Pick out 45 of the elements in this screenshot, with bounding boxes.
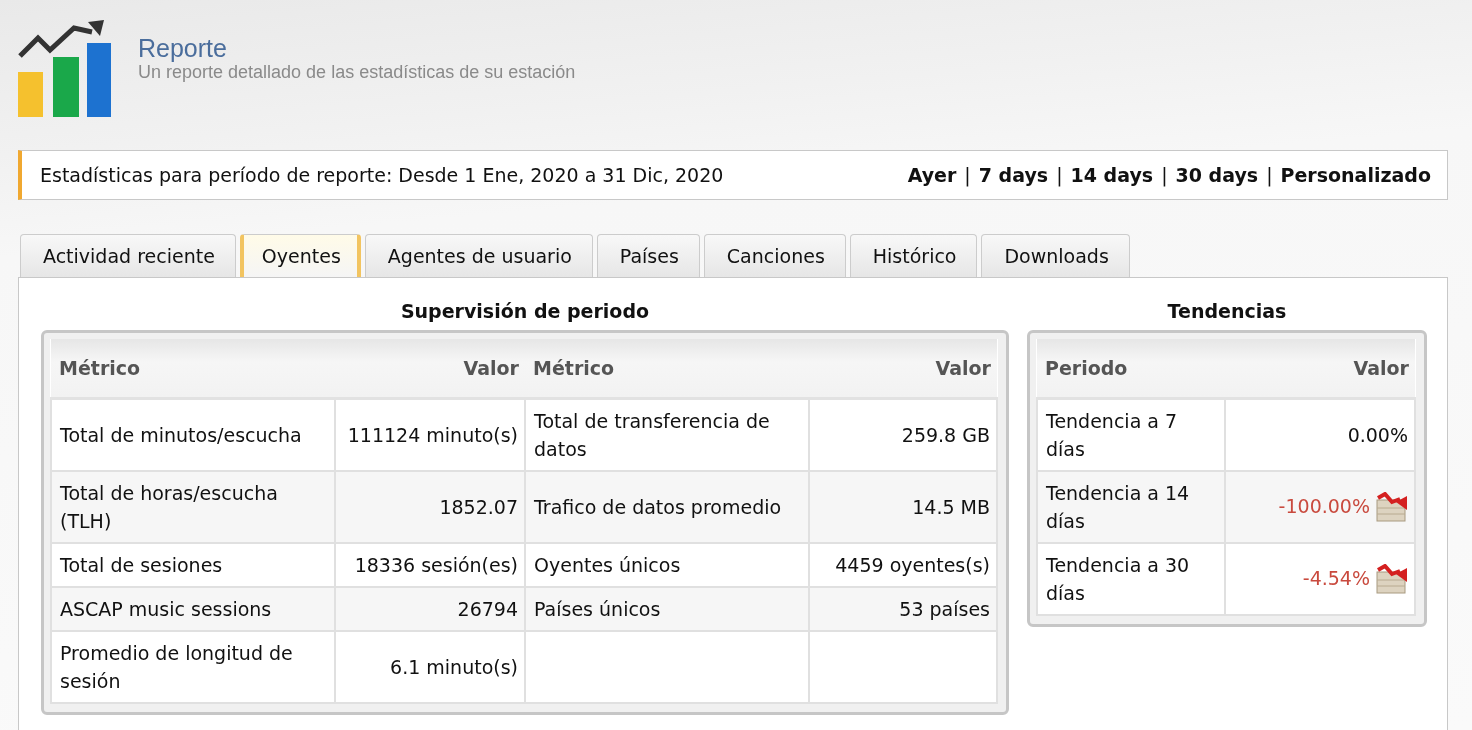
trend-value: -4.54% <box>1302 566 1370 589</box>
table-cell: 53 países <box>809 587 997 631</box>
table-cell: Promedio de longitud de sesión <box>51 631 335 703</box>
period-text: Estadísticas para período de reporte: Desde 1 Ene, 2020 a 31 Dic, 2020 <box>40 164 724 186</box>
tab[interactable]: Agentes de usuario <box>364 234 593 277</box>
table-cell: 26794 <box>335 587 525 631</box>
tab[interactable]: Downloads <box>981 234 1130 277</box>
column-header: Valor <box>809 339 997 399</box>
down-trend-chart-icon <box>1376 564 1408 595</box>
table-cell: Países únicos <box>525 587 809 631</box>
tab[interactable]: Oyentes <box>239 234 361 277</box>
column-header: Valor <box>1225 339 1415 399</box>
bar-chart-logo-icon <box>16 18 112 118</box>
tab[interactable]: Países <box>596 234 700 277</box>
table-cell: Tendencia a 30 días <box>1037 543 1225 615</box>
trend-value: 0.00% <box>1347 424 1408 446</box>
period-link[interactable]: 7 days <box>978 164 1049 186</box>
table-cell: 1852.07 <box>335 471 525 543</box>
separator-text: | <box>1266 164 1273 186</box>
column-header: Periodo <box>1037 339 1225 399</box>
column-header: Métrico <box>51 339 335 399</box>
page-subtitle: Un reporte detallado de las estadísticas de su estación <box>138 62 576 82</box>
separator-text: | <box>1161 164 1168 186</box>
period-link[interactable]: Personalizado <box>1280 164 1431 186</box>
column-header: Valor <box>335 339 525 399</box>
table-cell: 6.1 minuto(s) <box>335 631 525 703</box>
page-title: Reporte <box>138 34 228 62</box>
period-link[interactable]: Ayer <box>907 164 957 186</box>
tab[interactable]: Canciones <box>703 234 846 277</box>
table-cell: Trafico de datos promedio <box>525 471 809 543</box>
period-link[interactable]: 14 days <box>1070 164 1154 186</box>
period-link[interactable]: 30 days <box>1175 164 1259 186</box>
trend-value: -100.00% <box>1278 494 1370 517</box>
column-header: Métrico <box>525 339 809 399</box>
table-cell: 14.5 MB <box>809 471 997 543</box>
separator-text: | <box>964 164 971 186</box>
table-cell: ASCAP music sessions <box>51 587 335 631</box>
tab[interactable]: Actividad reciente <box>20 234 236 277</box>
section-title: Tendencias <box>1166 300 1288 324</box>
down-trend-chart-icon <box>1376 492 1408 523</box>
table-cell: Total de horas/escucha (TLH) <box>51 471 335 543</box>
tab[interactable]: Histórico <box>849 234 978 277</box>
table-cell: Tendencia a 14 días <box>1037 471 1225 543</box>
separator-text: | <box>1056 164 1063 186</box>
section-title: Supervisión de periodo <box>399 300 651 324</box>
